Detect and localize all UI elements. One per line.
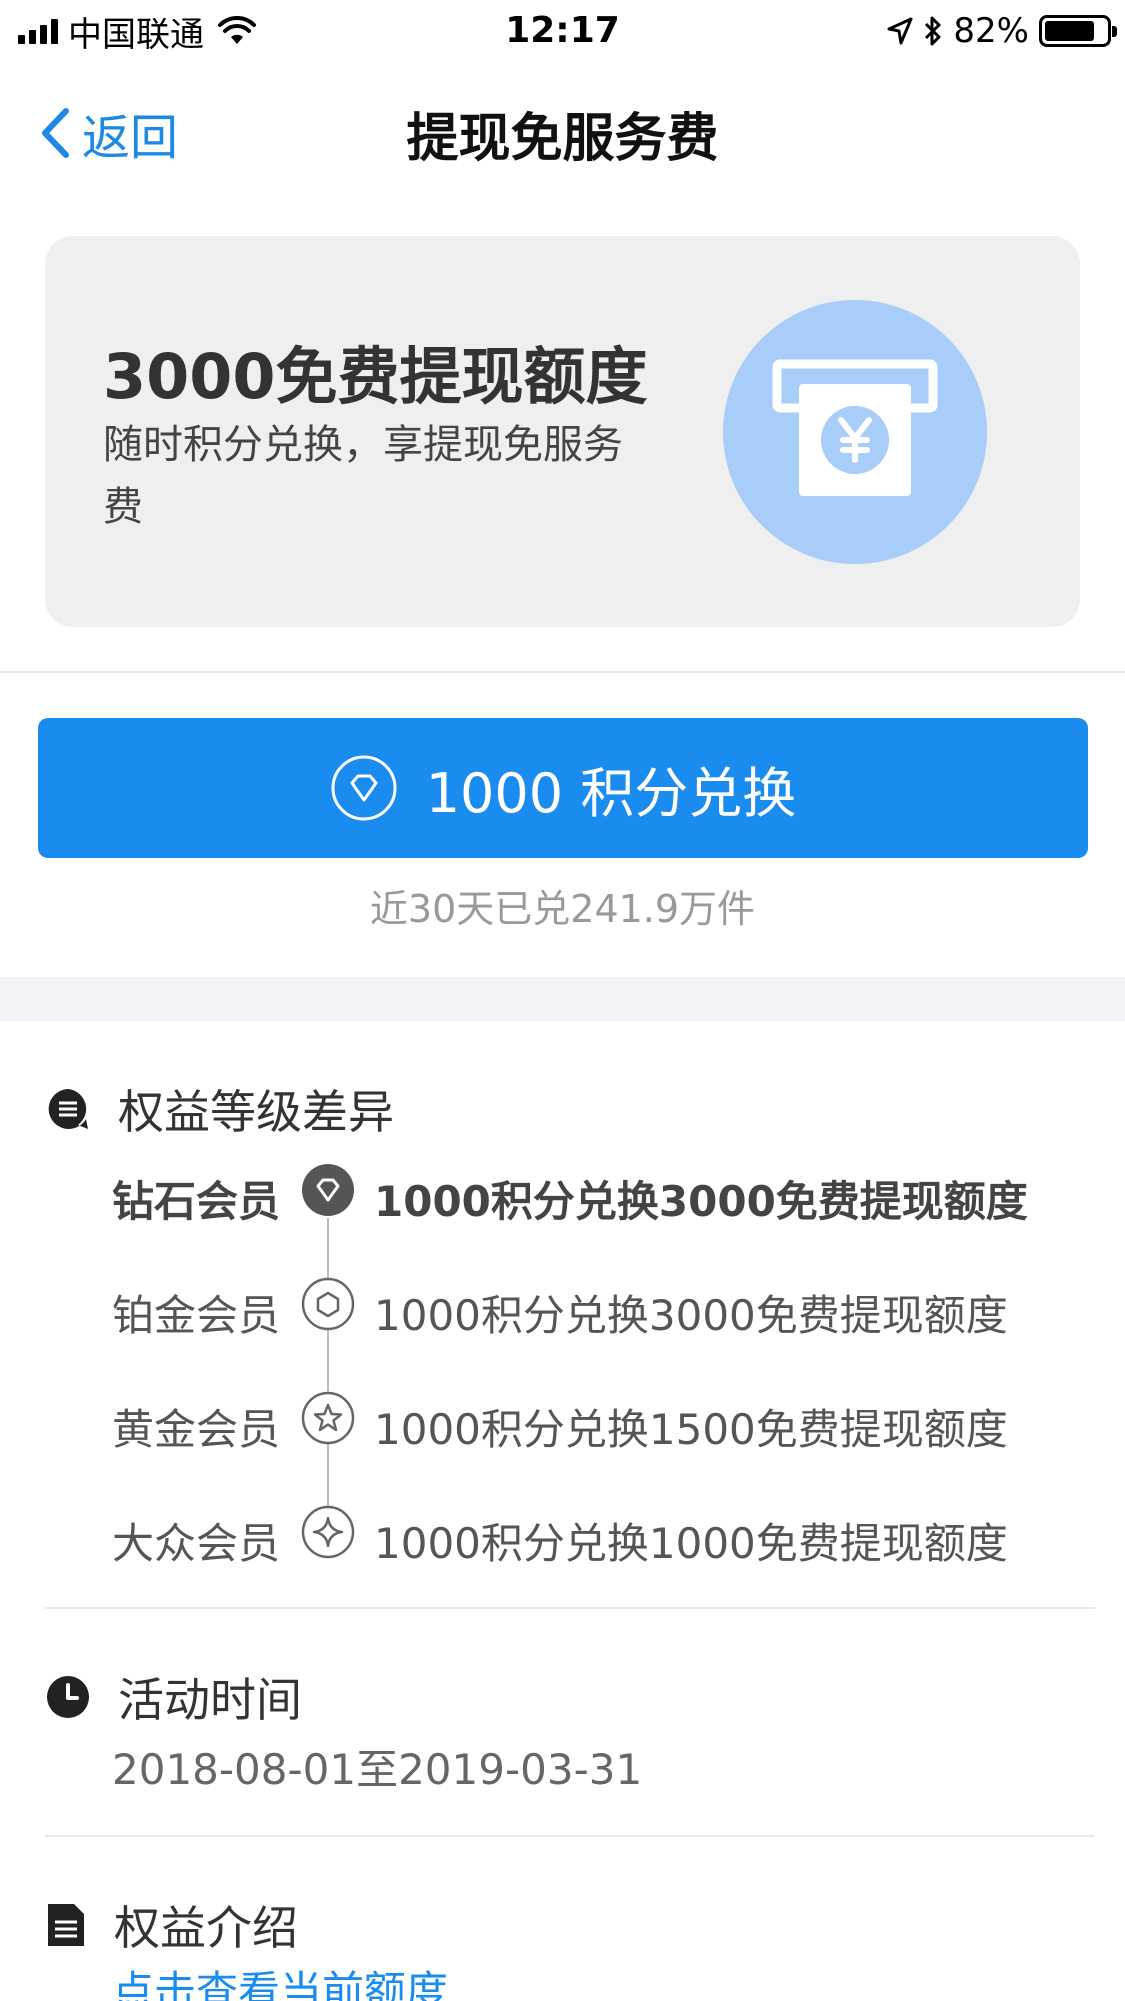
clock-icon (47, 1676, 89, 1718)
tiers-section-header: 权益等级差异 (46, 1076, 394, 1142)
sparkle-icon (301, 1505, 355, 1559)
document-icon (48, 1904, 84, 1946)
divider (45, 1607, 1095, 1609)
tier-name-diamond: 钻石会员 (112, 1177, 281, 1226)
intro-section-title: 权益介绍 (114, 1901, 298, 1955)
battery-level (1045, 21, 1095, 41)
tier-desc-gold: 1000积分兑换1500免费提现额度 (374, 1405, 1008, 1454)
intro-section-header: 权益介绍 (46, 1892, 298, 1958)
tier-desc-platinum: 1000积分兑换3000免费提现额度 (374, 1291, 1008, 1340)
page-title: 提现免服务费 (406, 109, 719, 169)
tier-desc-diamond: 1000积分兑换3000免费提现额度 (374, 1177, 1028, 1226)
battery-percent: 82% (953, 11, 1029, 51)
atm-yuan-icon (723, 300, 987, 564)
exchange-count: 近30天已兑241.9万件 (369, 887, 756, 931)
exchange-button[interactable]: 1000 积分兑换 (38, 718, 1088, 858)
benefit-card: 3000免费提现额度 随时积分兑换，享提现免服务费 (45, 236, 1080, 627)
section-separator (0, 977, 1125, 1021)
benefit-subtitle: 随时积分兑换，享提现免服务费 (103, 422, 623, 530)
divider (0, 671, 1125, 673)
bluetooth-icon (925, 16, 941, 46)
message-icon (48, 1089, 88, 1129)
navigation-bar: 返回 提现免服务费 (0, 62, 1125, 192)
tier-name-regular: 大众会员 (112, 1519, 281, 1568)
battery-icon (1039, 15, 1117, 47)
tier-name-gold: 黄金会员 (112, 1405, 281, 1454)
diamond-icon (302, 1164, 354, 1216)
divider (45, 1835, 1095, 1837)
benefit-title: 3000免费提现额度 (103, 340, 648, 413)
diamond-icon (331, 755, 397, 821)
exchange-label: 1000 积分兑换 (425, 761, 797, 825)
tier-desc-regular: 1000积分兑换1000免费提现额度 (374, 1519, 1008, 1568)
activity-date-range: 2018-08-01至2019-03-31 (112, 1745, 643, 1794)
tier-timeline (327, 1218, 329, 1518)
star-icon (301, 1391, 355, 1445)
view-quota-link[interactable]: 点击查看当前额度 (112, 1958, 448, 2001)
tier-name-platinum: 铂金会员 (112, 1291, 281, 1340)
tiers-section-title: 权益等级差异 (118, 1085, 394, 1139)
status-bar: 中国联通 12:17 82% (0, 0, 1125, 62)
time-section-header: 活动时间 (46, 1664, 302, 1730)
time-section-title: 活动时间 (118, 1673, 302, 1727)
hexagon-icon (301, 1277, 355, 1331)
location-icon (887, 17, 913, 45)
